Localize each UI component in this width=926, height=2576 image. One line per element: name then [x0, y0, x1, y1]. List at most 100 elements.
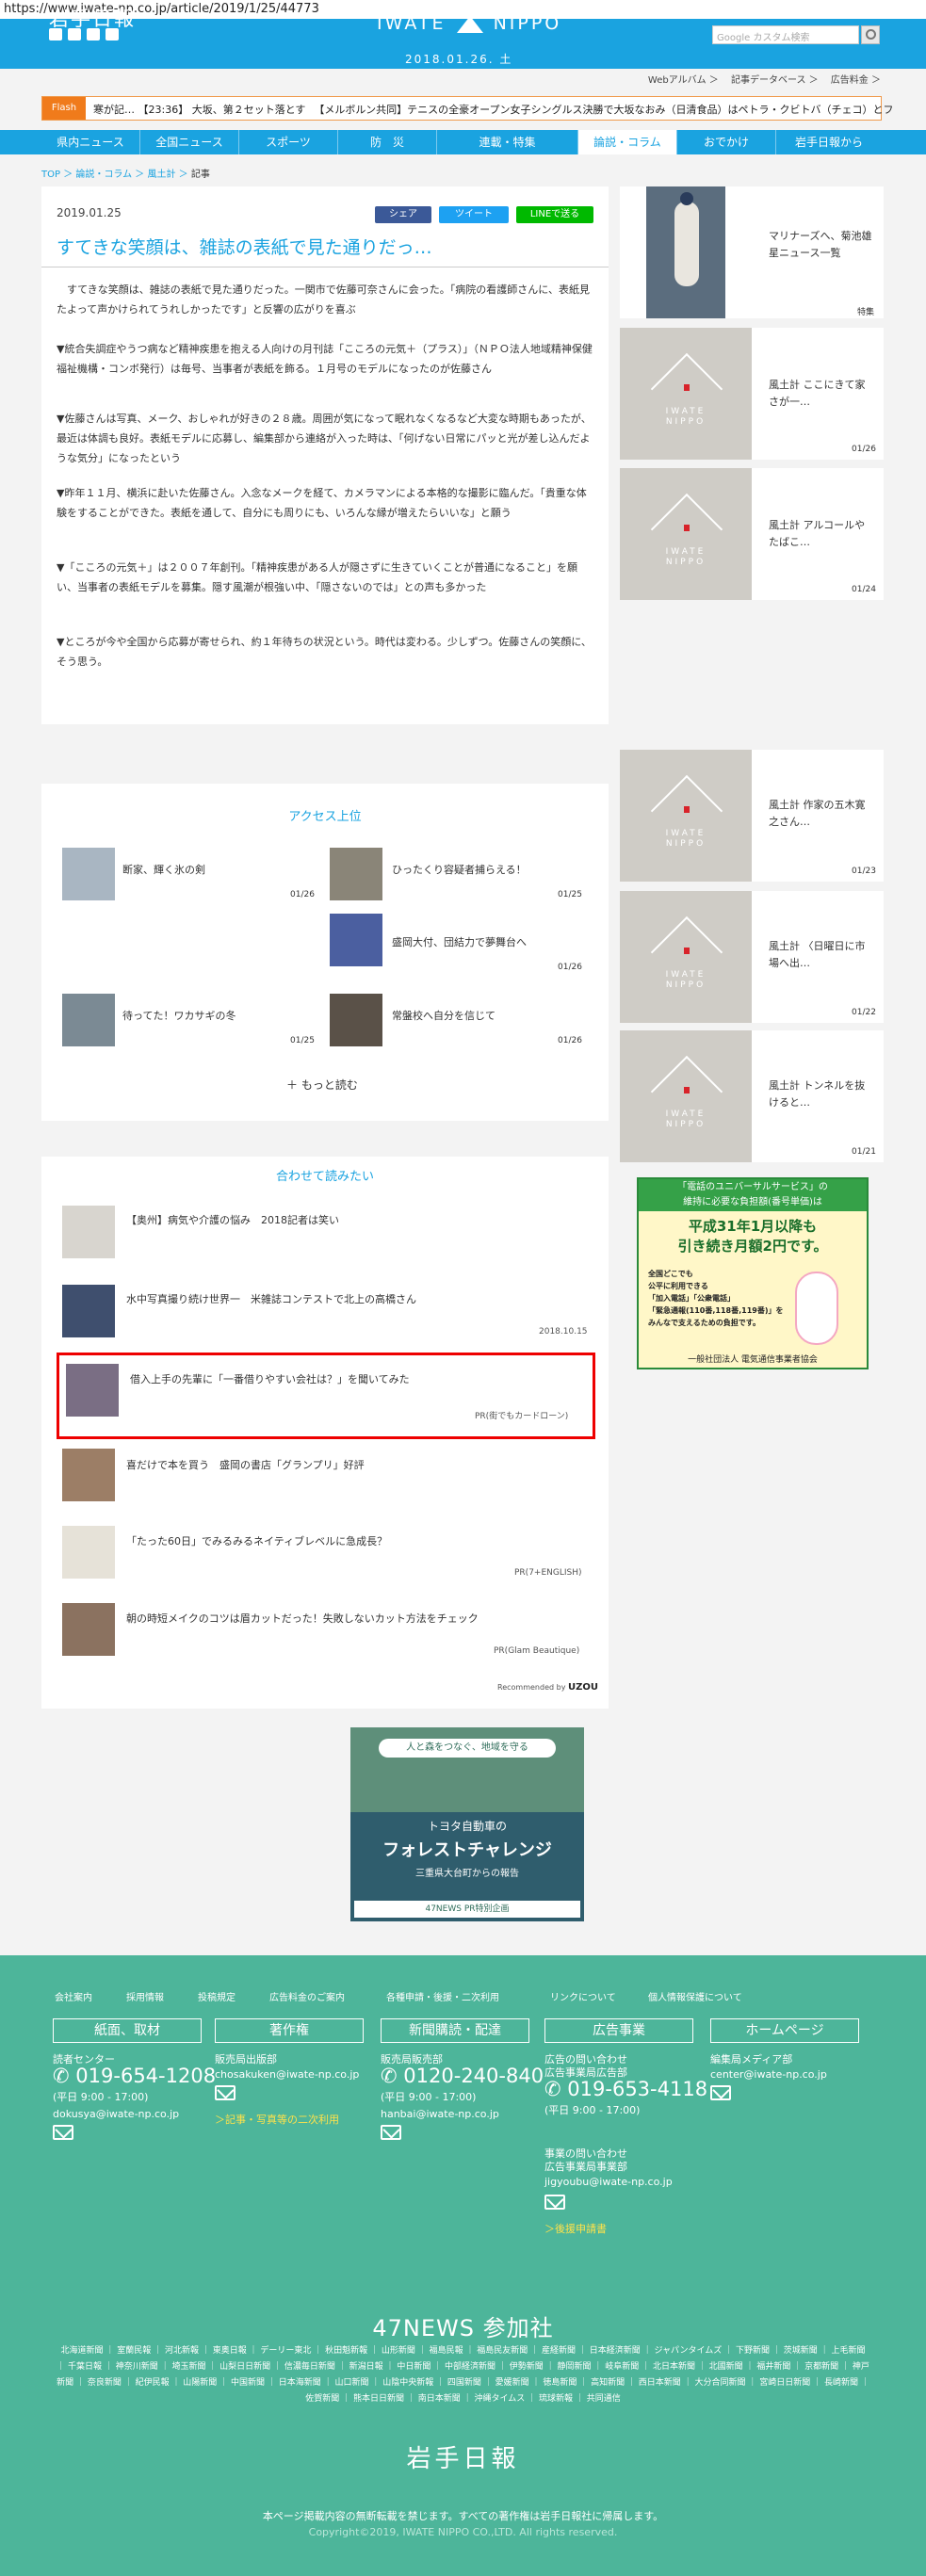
mail-icon[interactable] [381, 2125, 401, 2140]
sidebar-item[interactable]: マリナーズへ、菊池雄星ニュース一覧 特集 [620, 186, 884, 318]
footer-phone[interactable]: ✆ 0120-240-840 [381, 2065, 544, 2087]
ranking-item-text[interactable]: 待ってた！ワカサギの冬 [122, 1008, 236, 1023]
mail-icon[interactable] [710, 2085, 731, 2100]
ranking-thumb[interactable] [330, 914, 382, 966]
nav-item[interactable]: スポーツ [239, 130, 338, 154]
breadcrumb-category[interactable]: 論説・コラム [75, 170, 132, 180]
forest-challenge-banner[interactable]: 人と森をつなぐ、地域を守る トヨタ自動車の フォレストチャレンジ 三重県大台町か… [350, 1727, 584, 1921]
recommend-thumb[interactable] [62, 1603, 115, 1656]
mail-icon[interactable] [544, 2195, 565, 2210]
ranking-title: アクセス上位 [288, 810, 362, 824]
ad-body: 全国どこでも 公平に利用できる 「加入電話」「公衆電話」 「緊急通報(110番,118… [648, 1270, 784, 1327]
footer-extra-link[interactable]: ＞記事・写真等の二次利用 [215, 2112, 339, 2127]
sidebar-item[interactable]: IWATE NIPPO 風土計 トンネルを抜けると… 01/21 [620, 1030, 884, 1162]
sidebar-item-text: 風土計 トンネルを抜けると… [769, 1079, 866, 1109]
flash-ticker[interactable]: Flash 寒が記… 【23:36】 大坂、第２セット落とす 【メルボルン共同】… [41, 96, 893, 121]
ranking-thumb[interactable] [330, 848, 382, 900]
footer-section-button[interactable]: ホームページ [710, 2018, 859, 2043]
footer-logo[interactable]: 岩手日報 [0, 2439, 926, 2474]
ranking-item-date: 01/26 [290, 890, 315, 899]
ranking-item-text[interactable]: ひったくり容疑者捕らえる！ [392, 862, 527, 877]
search-icon[interactable] [861, 25, 880, 44]
sidebar-item[interactable]: IWATE NIPPO 風土計 作家の五木寛之さん… 01/23 [620, 750, 884, 882]
ranking-item-text[interactable]: 盛岡大付、団結力で夢舞台へ [392, 934, 527, 949]
footer-dept: 編集局メディア部 [710, 2053, 793, 2066]
recommend-thumb[interactable] [62, 1206, 115, 1258]
breadcrumb-sub[interactable]: 風土計 [147, 170, 175, 180]
footer-phone[interactable]: ✆ 019-654-1208 [53, 2065, 216, 2087]
ad-sponsor: 一般社団法人 電気通信事業者協会 [688, 1355, 818, 1365]
recommend-thumb[interactable] [62, 1285, 115, 1337]
nav-item[interactable]: 防 災 [338, 130, 437, 154]
partner-papers-list[interactable]: 北海道新聞 ｜ 室蘭民報 ｜ 河北新報 ｜ 東奥日報 ｜ デーリー東北 ｜ 秋田… [57, 2343, 869, 2407]
footer-section-button[interactable]: 紙面、取材 [53, 2018, 202, 2043]
twitter-icon[interactable] [49, 28, 62, 41]
footer-link[interactable]: 採用情報 [126, 1989, 164, 2003]
footer-email[interactable]: chosakuken@iwate-np.co.jp [215, 2068, 359, 2081]
footer-section-button[interactable]: 広告事業 [544, 2018, 693, 2043]
footer-section-button[interactable]: 著作権 [215, 2018, 364, 2043]
facebook-icon[interactable] [68, 28, 81, 41]
mail-icon[interactable] [215, 2085, 236, 2100]
footer-email[interactable]: center@iwate-np.co.jp [710, 2068, 827, 2081]
footer-dept: 広告事業局事業部 [544, 2161, 627, 2173]
mail-icon[interactable] [53, 2125, 73, 2140]
footer-extra-link[interactable]: ＞後援申請書 [544, 2221, 607, 2236]
footer-email[interactable]: hanbai@iwate-np.co.jp [381, 2108, 499, 2120]
breadcrumb-separator: ＞ [135, 170, 145, 180]
sidebar-item[interactable]: IWATE NIPPO 風土計 〈日曜日に市場へ出… 01/22 [620, 891, 884, 1023]
sidebar-item-text: 風土計 作家の五木寛之さん… [769, 799, 866, 828]
uzou-logo[interactable]: UZOU [568, 1682, 598, 1693]
header-sublinks[interactable]: Webアルバム ＞ 記事データベース ＞ 広告料金 ＞ [648, 72, 881, 86]
footer-dept: 販売局出版部 [215, 2053, 277, 2066]
ranking-thumb[interactable] [330, 994, 382, 1046]
recommend-item-text[interactable]: 【奥州】病気や介護の悩み 2018記者は笑い [126, 1212, 339, 1227]
ranking-item-text[interactable]: 常盤校へ自分を信じて [392, 1008, 495, 1023]
twitter-share-button[interactable]: ツイート [439, 206, 509, 223]
footer-section-button[interactable]: 新聞購読・配達 [381, 2018, 529, 2043]
recommend-thumb[interactable] [62, 1526, 115, 1579]
recommend-thumb[interactable] [62, 1449, 115, 1501]
nav-item[interactable]: 岩手日報から [776, 130, 882, 154]
recommend-item-text[interactable]: 喜だけで本を買う 盛岡の書店「グランプリ」好評 [126, 1457, 365, 1472]
rss-icon[interactable] [106, 28, 119, 41]
sidebar-item[interactable]: IWATE NIPPO 風土計 ここにきて家さが一… 01/26 [620, 328, 884, 460]
facebook-share-button[interactable]: シェア [375, 206, 431, 223]
register-link[interactable]: 会員登録 [786, 6, 827, 21]
nav-item-active[interactable]: 論説・コラム [578, 130, 677, 154]
footer-phone[interactable]: ✆ 019-653-4118 [544, 2078, 707, 2100]
footer-link[interactable]: 各種申請・後援・二次利用 [386, 1989, 499, 2003]
footer-copyright: Copyright©2019, IWATE NIPPO CO.,LTD. All… [308, 2526, 618, 2538]
footer-notice: 本ページ掲載内容の無断転載を禁じます。すべての著作権は岩手日報社に帰属します。 [262, 2510, 664, 2522]
recommend-item-text[interactable]: 水中写真撮り続け世界一 米雑誌コンテストで北上の高橋さん [126, 1291, 416, 1306]
flash-text[interactable]: 寒が記… 【23:36】 大坂、第２セット落とす 【メルボルン共同】テニスの全豪… [93, 102, 893, 117]
search-input[interactable]: Google カスタム検索 [712, 25, 859, 44]
recommend-item-text[interactable]: 「たった60日」でみるみるネイティブレベルに急成長？ [126, 1533, 387, 1548]
breadcrumb-top[interactable]: TOP [41, 170, 60, 180]
footer-link[interactable]: 投稿規定 [198, 1989, 236, 2003]
line-share-button[interactable]: LINEで送る [516, 206, 593, 223]
footer-link[interactable]: 会社案内 [55, 1989, 92, 2003]
ranking-thumb[interactable] [62, 994, 115, 1046]
nav-item[interactable]: おでかけ [677, 130, 776, 154]
footer-email[interactable]: jigyoubu@iwate-np.co.jp [544, 2176, 673, 2188]
ranking-thumb[interactable] [62, 848, 115, 900]
footer-link[interactable]: 広告料金のご案内 [269, 1989, 345, 2003]
nav-item[interactable]: 全国ニュース [140, 130, 239, 154]
mail-icon[interactable] [87, 28, 100, 41]
footer-link[interactable]: リンクについて [550, 1989, 616, 2003]
footer-email[interactable]: dokusya@iwate-np.co.jp [53, 2108, 179, 2120]
footer-link[interactable]: 個人情報保護について [648, 1989, 742, 2003]
nav-item[interactable]: 県内ニュース [41, 130, 140, 154]
more-button[interactable]: ＋ もっと読む [286, 1077, 358, 1093]
sidebar-item[interactable]: IWATE NIPPO 風土計 アルコールやたばこ… 01/24 [620, 468, 884, 600]
ranking-item-text[interactable]: 断家、輝く氷の剣 [122, 862, 205, 877]
sidebar-item-text: マリナーズへ、菊池雄星ニュース一覧 [769, 230, 872, 259]
login-link[interactable]: ログイン [837, 6, 878, 21]
universal-service-ad[interactable]: 「電話のユニバーサルサービス」の 維持に必要な負担額(番号単価)は 平成31年1月… [637, 1177, 869, 1369]
article-paragraph: ▼ところが今や全国から応募が寄せられ、約１年待ちの状況という。時代は変わる。少し… [57, 636, 592, 668]
ranking-item-date: 01/26 [558, 1036, 582, 1045]
article-date: 2019.01.25 [57, 206, 122, 219]
recommend-item-text[interactable]: 朝の時短メイクのコツは眉カットだった！失敗しないカット方法をチェック [126, 1611, 479, 1626]
nav-item[interactable]: 連載・特集 [437, 130, 578, 154]
